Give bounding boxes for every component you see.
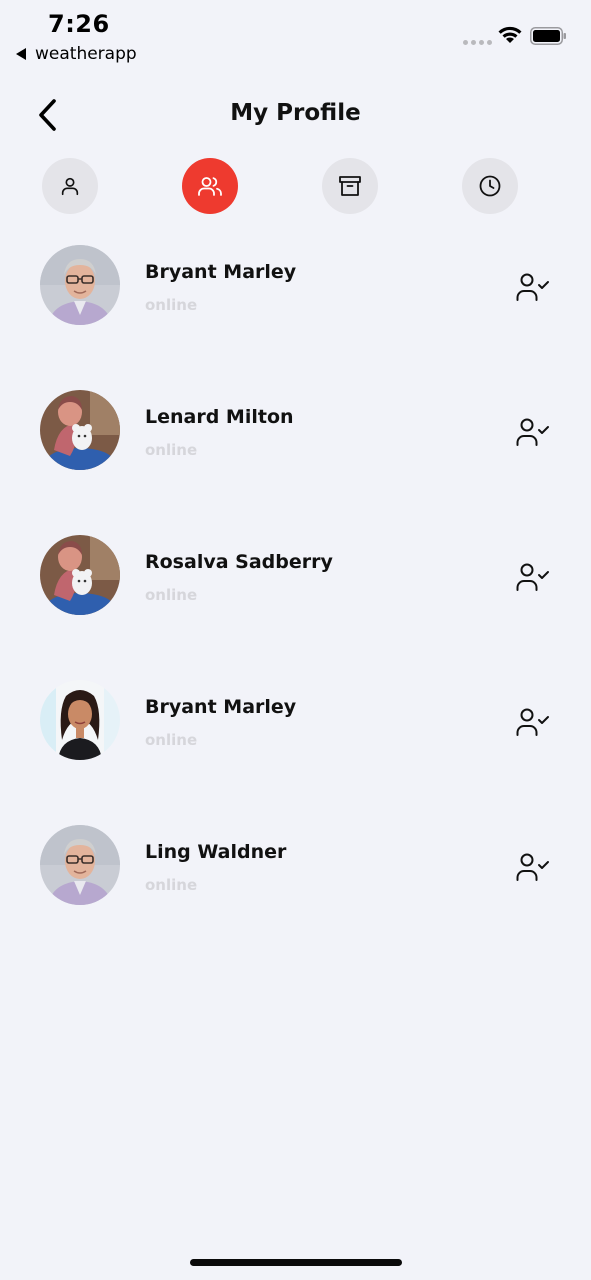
signal-icon: [463, 40, 492, 45]
tab-history[interactable]: [462, 158, 518, 214]
back-triangle-icon: [16, 48, 26, 60]
user-check-icon: [516, 418, 549, 446]
profile-tabs: [0, 158, 591, 214]
list-item[interactable]: Lenard Milton online: [0, 390, 591, 472]
friend-status: online: [145, 441, 198, 459]
friend-name: Bryant Marley: [145, 261, 297, 283]
avatar-image-woman-icon: [40, 680, 120, 760]
avatar: [40, 245, 120, 325]
status-time: 7:26: [48, 10, 110, 38]
avatar-image-woman-toy-icon: [40, 390, 120, 470]
avatar-image-woman-toy-icon: [40, 535, 120, 615]
avatar: [40, 535, 120, 615]
friend-name: Rosalva Sadberry: [145, 551, 333, 573]
archive-icon: [339, 176, 361, 196]
friend-name: Bryant Marley: [145, 696, 297, 718]
header: My Profile: [0, 90, 591, 140]
back-to-app-link[interactable]: weatherapp: [16, 44, 137, 64]
status-bar: 7:26 weatherapp: [0, 0, 591, 72]
user-check-icon: [516, 708, 549, 736]
back-app-label: weatherapp: [35, 44, 137, 64]
clock-icon: [479, 175, 501, 197]
friend-name: Lenard Milton: [145, 406, 294, 428]
list-item[interactable]: Bryant Marley online: [0, 245, 591, 327]
user-check-button[interactable]: [515, 271, 551, 303]
user-check-icon: [516, 563, 549, 591]
avatar: [40, 680, 120, 760]
friend-name: Ling Waldner: [145, 841, 287, 863]
user-check-button[interactable]: [515, 706, 551, 738]
user-check-icon: [516, 853, 549, 881]
friend-status: online: [145, 296, 198, 314]
tab-friends[interactable]: [182, 158, 238, 214]
list-item[interactable]: Ling Waldner online: [0, 825, 591, 907]
tab-profile[interactable]: [42, 158, 98, 214]
user-check-icon: [516, 273, 549, 301]
user-check-button[interactable]: [515, 851, 551, 883]
list-item[interactable]: Rosalva Sadberry online: [0, 535, 591, 617]
avatar: [40, 825, 120, 905]
avatar-image-man-icon: [40, 825, 120, 905]
battery-icon: [530, 27, 566, 45]
user-check-button[interactable]: [515, 416, 551, 448]
user-check-button[interactable]: [515, 561, 551, 593]
tab-archive[interactable]: [322, 158, 378, 214]
avatar-image-man-icon: [40, 245, 120, 325]
list-item[interactable]: Bryant Marley online: [0, 680, 591, 762]
friend-status: online: [145, 586, 198, 604]
wifi-icon: [498, 26, 522, 43]
home-indicator[interactable]: [190, 1259, 402, 1266]
friend-status: online: [145, 731, 198, 749]
avatar: [40, 390, 120, 470]
friend-status: online: [145, 876, 198, 894]
user-icon: [61, 177, 79, 196]
users-icon: [198, 177, 222, 196]
page-title: My Profile: [230, 100, 361, 126]
